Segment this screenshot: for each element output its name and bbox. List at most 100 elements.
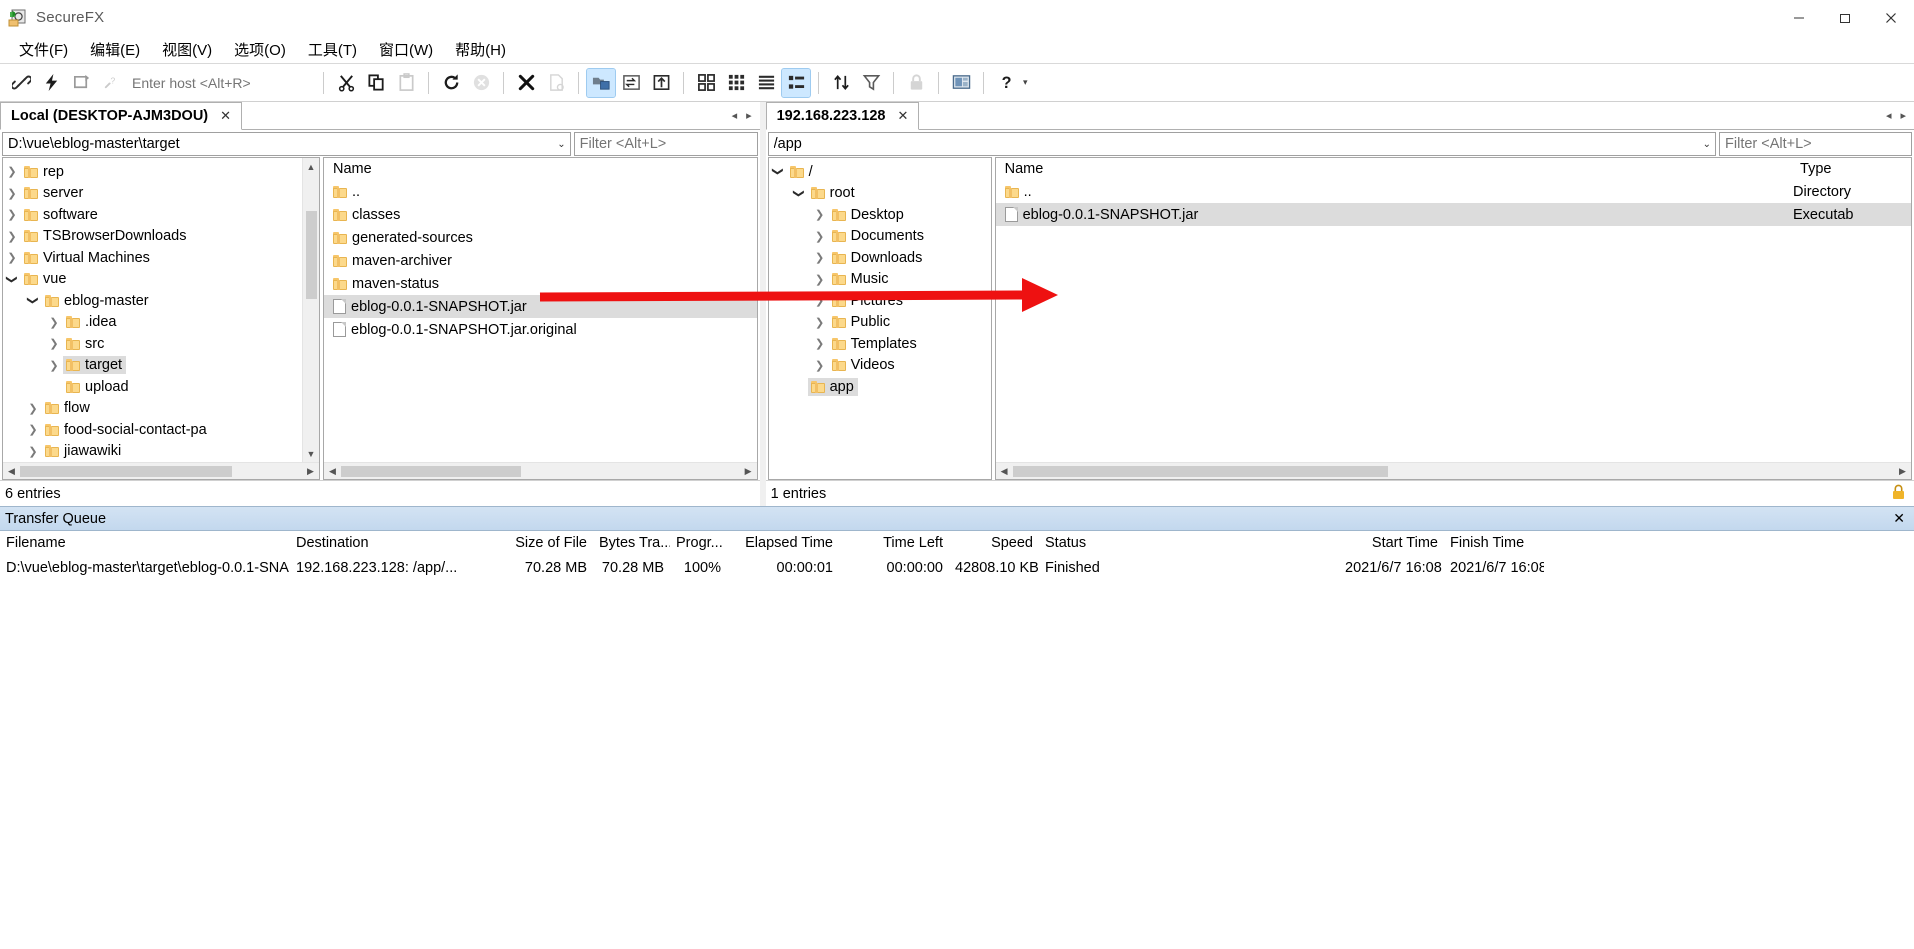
chevron-down-icon[interactable]: ❯ [6,270,19,288]
tree-item[interactable]: ❯ src [3,333,302,355]
tree-item[interactable]: ❯ TSBrowserDownloads [3,226,302,248]
tree-item[interactable]: upload [3,376,302,398]
chevron-left-icon[interactable]: ◂ [732,109,738,122]
local-list-htrack[interactable] [341,463,740,480]
file-list-row[interactable]: maven-archiver [324,249,757,272]
chevron-down-icon[interactable]: ❯ [792,184,805,202]
file-list-row[interactable]: eblog-0.0.1-SNAPSHOT.jar Executab [995,203,1912,226]
tq-column-header[interactable]: Start Time [1339,535,1444,551]
close-icon[interactable]: ✕ [897,108,908,124]
file-list-row[interactable]: generated-sources [324,226,757,249]
local-tree-vtrack[interactable] [303,175,320,445]
chevron-right-icon[interactable]: ❯ [811,359,829,372]
host-input[interactable] [126,70,316,95]
chevron-right-icon[interactable]: ❯ [811,316,829,329]
maximize-button[interactable] [1822,0,1868,36]
chevron-right-icon[interactable]: ❯ [45,337,63,350]
chevron-right-icon[interactable]: ❯ [3,165,21,178]
tree-item[interactable]: ❯ vue [3,269,302,291]
disconnect-icon[interactable]: ? [97,69,125,97]
tree-item[interactable]: app [769,376,991,398]
local-tree[interactable]: ❯ rep ❯ server ❯ software ❯ TSBrowserDownloads ❯… [3,158,302,462]
paste-icon[interactable] [392,69,420,97]
remote-list-htrack[interactable] [1012,463,1894,480]
scroll-up-icon[interactable]: ▲ [303,158,320,175]
tree-item[interactable]: ❯ food-social-contact-pa [3,419,302,441]
chevron-right-icon[interactable]: ▸ [746,109,752,122]
view-list-icon[interactable] [752,69,780,97]
tq-column-header[interactable]: Progr... [670,535,727,551]
tq-column-header[interactable]: Finish Time [1444,535,1544,551]
synchronize-icon[interactable] [586,67,616,98]
file-list-row[interactable]: maven-status [324,272,757,295]
local-file-list[interactable]: .. classes generated-sources maven-archiver… [324,180,757,462]
tree-item[interactable]: ❯ Virtual Machines [3,247,302,269]
tree-item[interactable]: ❯ Pictures [769,290,991,312]
remote-path-box[interactable]: ⌄ [767,132,1717,156]
tree-item[interactable]: ❯ server [3,183,302,205]
tree-item[interactable]: ❯ Documents [769,226,991,248]
close-icon[interactable]: ✕ [220,108,231,124]
chevron-right-icon[interactable]: ❯ [811,230,829,243]
local-path-box[interactable]: ⌄ [2,132,571,156]
minimize-button[interactable] [1776,0,1822,36]
tree-item[interactable]: ❯ Videos [769,355,991,377]
tab-local-session[interactable]: Local (DESKTOP-AJM3DOU) ✕ [0,102,243,130]
tq-column-header[interactable]: Filename [0,535,290,551]
scroll-down-icon[interactable]: ▼ [303,445,320,462]
tree-item[interactable]: ❯ Templates [769,333,991,355]
remote-tree[interactable]: ❯ / ❯ root ❯ Desktop ❯ Documents ❯ Downloads ❯ Musi… [769,158,991,479]
chevron-right-icon[interactable]: ▸ [1900,109,1906,122]
local-tree-htrack[interactable] [20,463,302,480]
chevron-right-icon[interactable]: ❯ [811,208,829,221]
chevron-down-icon[interactable]: ❯ [771,163,784,181]
tq-row[interactable]: D:\vue\eblog-master\target\eblog-0.0.1-S… [0,556,1914,579]
tq-column-header[interactable]: Destination [290,535,500,551]
cut-icon[interactable] [332,69,360,97]
file-list-row[interactable]: .. Directory [996,180,1911,203]
chevron-right-icon[interactable]: ❯ [24,423,42,436]
quick-connect-icon[interactable] [37,69,65,97]
chevron-down-icon[interactable]: ❯ [27,292,40,310]
stop-icon[interactable] [467,69,495,97]
tree-item[interactable]: ❯ jiawawiki [3,441,302,463]
copy-icon[interactable] [362,69,390,97]
chevron-right-icon[interactable]: ❯ [811,273,829,286]
reconnect-icon[interactable] [67,69,95,97]
menu-help[interactable]: 帮助(H) [444,36,517,63]
local-list-hscrollbar[interactable]: ◀ ▶ [324,462,757,479]
scroll-right-icon[interactable]: ▶ [302,463,319,480]
session-options-icon[interactable] [947,69,975,97]
scrollbar-thumb[interactable] [20,465,232,477]
file-list-row[interactable]: .. [324,180,757,203]
tree-item[interactable]: ❯ eblog-master [3,290,302,312]
tree-item[interactable]: ❯ target [3,355,302,377]
chevron-right-icon[interactable]: ❯ [45,359,63,372]
delete-icon[interactable] [512,69,540,97]
tree-item[interactable]: ❯ root [769,183,991,205]
tq-column-header[interactable]: Time Left [839,535,949,551]
chevron-right-icon[interactable]: ❯ [45,316,63,329]
menu-tools[interactable]: 工具(T) [297,36,368,63]
local-tree-vscrollbar[interactable]: ▲ ▼ [302,158,319,462]
menu-view[interactable]: 视图(V) [151,36,223,63]
tab-remote-session[interactable]: 192.168.223.128 ✕ [765,102,920,130]
remote-filter-box[interactable]: ⌄ [1719,132,1913,156]
tq-column-header[interactable]: Elapsed Time [727,535,839,551]
scroll-right-icon[interactable]: ▶ [1894,463,1911,480]
close-button[interactable] [1868,0,1914,36]
scroll-left-icon[interactable]: ◀ [324,463,341,480]
local-tree-hscrollbar[interactable]: ◀ ▶ [3,462,319,479]
filter-icon[interactable] [857,69,885,97]
tree-item[interactable]: ❯ flow [3,398,302,420]
tree-item[interactable]: ❯ .idea [3,312,302,334]
menu-options[interactable]: 选项(O) [223,36,297,63]
tq-column-header[interactable]: Speed [949,535,1039,551]
sort-icon[interactable] [827,69,855,97]
scrollbar-thumb[interactable] [305,211,317,299]
file-list-row[interactable]: eblog-0.0.1-SNAPSHOT.jar.original [324,318,757,341]
scroll-left-icon[interactable]: ◀ [996,463,1013,480]
tree-item[interactable]: ❯ / [769,161,991,183]
tree-item[interactable]: ❯ software [3,204,302,226]
help-dropdown-caret-icon[interactable]: ▾ [1023,77,1028,88]
